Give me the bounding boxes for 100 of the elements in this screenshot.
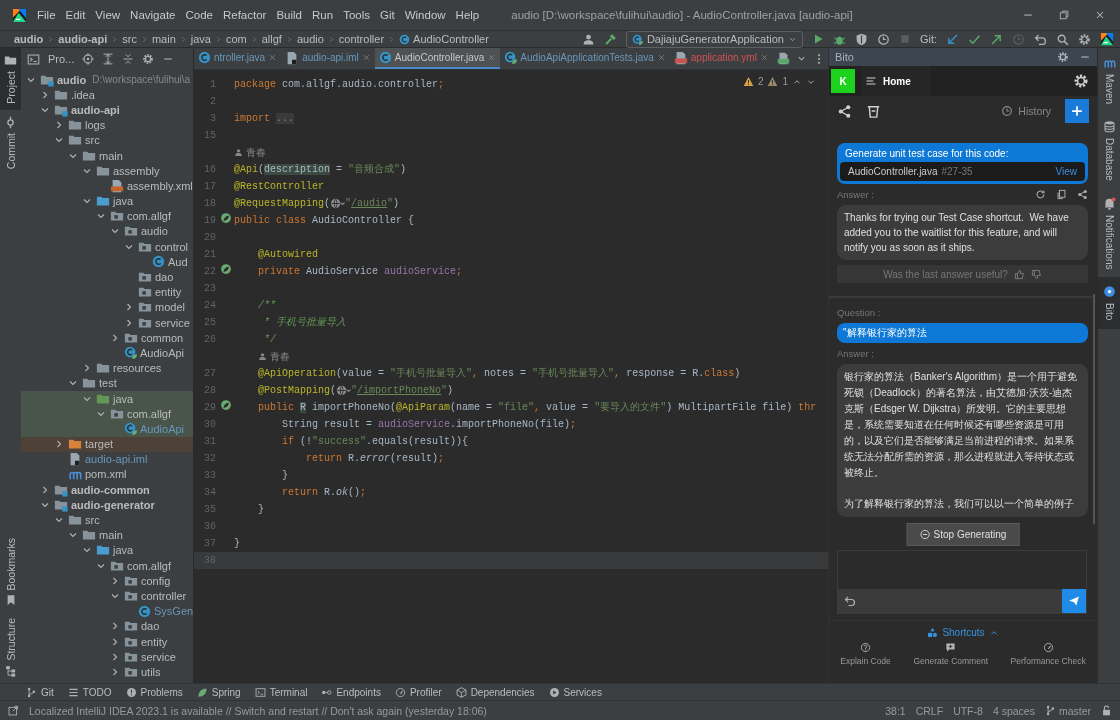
new-chat-button[interactable] bbox=[1065, 99, 1089, 123]
menu-item[interactable]: Tools bbox=[343, 7, 370, 23]
tree-item[interactable]: model bbox=[155, 301, 185, 314]
menu-item[interactable]: Window bbox=[404, 7, 446, 23]
tree-item[interactable]: assembly.xml bbox=[127, 179, 193, 192]
close-icon[interactable] bbox=[656, 53, 666, 62]
tree-item[interactable]: audio-common bbox=[71, 483, 150, 496]
tool-window-button[interactable]: Project bbox=[0, 48, 21, 110]
tree-item[interactable]: dao bbox=[141, 620, 160, 633]
tree-item[interactable]: common bbox=[141, 331, 184, 344]
yml-file-icon[interactable] bbox=[776, 52, 790, 65]
editor-tab[interactable]: AudioController.java bbox=[374, 48, 501, 69]
line-ending[interactable]: CRLF bbox=[915, 704, 944, 717]
tree-item[interactable]: dao bbox=[155, 271, 174, 284]
settings-icon[interactable] bbox=[1057, 51, 1069, 63]
breadcrumb[interactable]: audio bbox=[296, 33, 324, 45]
menu-item[interactable]: Git bbox=[380, 7, 395, 23]
tree-item[interactable]: main bbox=[99, 149, 123, 162]
close-icon[interactable] bbox=[1094, 9, 1106, 21]
menu-item[interactable]: Navigate bbox=[130, 7, 176, 23]
tool-window-button[interactable]: Maven bbox=[1098, 48, 1120, 112]
tree-item[interactable]: audio-api bbox=[71, 103, 120, 116]
tree-item[interactable]: audio bbox=[141, 225, 168, 238]
tree-item[interactable]: audio bbox=[57, 73, 87, 86]
breadcrumb[interactable]: controller bbox=[338, 33, 385, 45]
close-icon[interactable] bbox=[268, 53, 278, 62]
tool-window-button[interactable]: Profiler bbox=[394, 686, 442, 698]
message-field[interactable] bbox=[837, 550, 1087, 614]
panel-toggle-icon[interactable] bbox=[8, 705, 19, 716]
tool-window-button[interactable]: Terminal bbox=[254, 686, 308, 698]
tool-window-button[interactable]: Endpoints bbox=[321, 686, 381, 698]
breadcrumb[interactable]: src bbox=[122, 33, 137, 45]
breadcrumb[interactable]: AudioController bbox=[413, 33, 489, 45]
shortcut-button[interactable]: Generate Comment bbox=[913, 642, 989, 666]
push-arrow-icon[interactable] bbox=[990, 32, 1003, 46]
menu-item[interactable]: File bbox=[37, 7, 56, 23]
collapse-all-icon[interactable] bbox=[122, 53, 135, 65]
breadcrumb[interactable]: allgf bbox=[261, 33, 282, 45]
tree-item[interactable]: Aud bbox=[168, 255, 188, 268]
tree-item[interactable]: target bbox=[85, 438, 114, 451]
restore-icon[interactable] bbox=[1058, 9, 1070, 21]
home-tab[interactable]: Home bbox=[861, 66, 931, 96]
bean-gutter-icon[interactable] bbox=[220, 399, 232, 411]
close-icon[interactable] bbox=[361, 53, 371, 62]
tree-item[interactable]: entity bbox=[155, 286, 182, 299]
bean-gutter-icon[interactable] bbox=[220, 263, 232, 275]
menu-item[interactable]: View bbox=[95, 7, 121, 23]
copy-icon[interactable] bbox=[1056, 189, 1067, 200]
tree-item[interactable]: service bbox=[141, 650, 176, 663]
run-configuration-dropdown[interactable]: DajiajuGeneratorApplication bbox=[625, 30, 803, 48]
tree-item[interactable]: control bbox=[155, 240, 189, 253]
tree-item[interactable]: java bbox=[113, 544, 134, 557]
rollback-icon[interactable] bbox=[1034, 32, 1047, 46]
breadcrumb[interactable]: audio-api bbox=[58, 33, 108, 45]
tree-item[interactable]: resources bbox=[113, 362, 162, 375]
file-encoding[interactable]: UTF-8 bbox=[953, 704, 983, 717]
settings-icon[interactable] bbox=[1078, 32, 1091, 46]
thumbs-up-icon[interactable] bbox=[1013, 268, 1025, 280]
trash-icon[interactable] bbox=[866, 103, 881, 119]
tree-item[interactable]: SysGen bbox=[154, 605, 193, 618]
send-button[interactable] bbox=[1062, 589, 1086, 613]
tree-item[interactable]: audio-generator bbox=[71, 498, 155, 511]
tree-item[interactable]: main bbox=[99, 529, 123, 542]
tree-item[interactable]: test bbox=[99, 377, 117, 390]
tree-item[interactable]: java bbox=[113, 195, 134, 208]
logo-icon[interactable] bbox=[1100, 32, 1114, 46]
expand-all-icon[interactable] bbox=[102, 53, 115, 65]
globe-dropdown-icon[interactable] bbox=[336, 383, 352, 398]
indent-setting[interactable]: 4 spaces bbox=[992, 704, 1035, 717]
menu-item[interactable]: Code bbox=[185, 7, 213, 23]
tool-window-button[interactable]: Commit bbox=[0, 109, 21, 175]
menu-item[interactable]: Refactor bbox=[222, 7, 267, 23]
tool-window-button[interactable]: Services bbox=[548, 686, 602, 698]
thumbs-down-icon[interactable] bbox=[1030, 268, 1042, 280]
tree-item[interactable]: pom.xml bbox=[85, 468, 127, 481]
tree-item[interactable]: AudioApi bbox=[140, 346, 185, 359]
tree-item[interactable]: entity bbox=[141, 635, 168, 648]
menu-item[interactable]: Edit bbox=[65, 7, 86, 23]
breadcrumb[interactable]: com bbox=[225, 33, 247, 45]
tool-window-button[interactable]: TODO bbox=[67, 686, 112, 698]
git-branch[interactable]: master bbox=[1058, 704, 1091, 717]
weak-warning-count[interactable]: 1 bbox=[782, 76, 788, 87]
bean-gutter-icon[interactable] bbox=[220, 212, 232, 224]
tree-item[interactable]: service bbox=[155, 316, 190, 329]
search-icon[interactable] bbox=[1056, 32, 1069, 46]
menu-item[interactable]: Help bbox=[455, 7, 480, 23]
settings-icon[interactable] bbox=[142, 53, 155, 65]
person-dropdown-icon[interactable] bbox=[581, 32, 595, 46]
tree-item[interactable]: utils bbox=[141, 665, 161, 678]
tree-item[interactable]: com.allgf bbox=[127, 210, 172, 223]
tool-window-button[interactable]: Dependencies bbox=[455, 686, 535, 698]
tool-window-button[interactable]: Git bbox=[26, 686, 54, 698]
lock-icon[interactable] bbox=[1101, 705, 1112, 716]
tree-item[interactable]: logs bbox=[85, 119, 106, 132]
tree-item[interactable]: config bbox=[141, 574, 171, 587]
warning-count[interactable]: 2 bbox=[757, 76, 764, 87]
coverage-icon[interactable] bbox=[854, 32, 868, 46]
shortcut-button[interactable]: Performance Check bbox=[1010, 642, 1086, 666]
tree-item[interactable]: com.allgf bbox=[127, 559, 172, 572]
tree-item[interactable]: .idea bbox=[71, 88, 95, 101]
